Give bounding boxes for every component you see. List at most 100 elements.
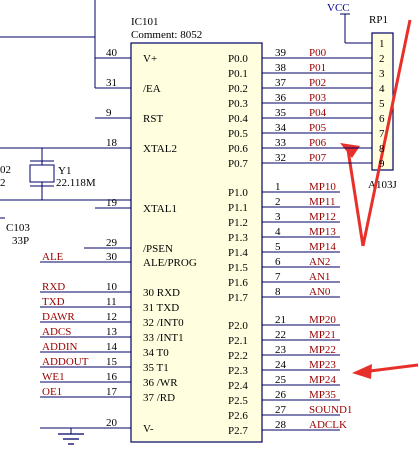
left-edge-fragment: 02 <box>0 164 11 176</box>
pin-name: 31 TXD <box>143 302 179 314</box>
left-edge-fragment-2: 2 <box>0 177 6 189</box>
pin-number: 27 <box>275 404 287 416</box>
pin-number: 25 <box>275 374 287 386</box>
net-label: WE1 <box>42 371 65 383</box>
pin-name: ALE/PROG <box>143 257 197 269</box>
pin-number: 23 <box>275 344 287 356</box>
cap-ref: C103 <box>6 222 30 234</box>
pin-number: 38 <box>275 62 287 74</box>
net-label: MP10 <box>309 181 336 193</box>
pin-name: 36 /WR <box>143 377 178 389</box>
pin-number: 32 <box>275 152 286 164</box>
rpack-value: A103J <box>368 179 397 191</box>
pin-name: P0.4 <box>228 113 248 125</box>
pin-name: 35 T1 <box>143 362 169 374</box>
pin-number: 13 <box>106 326 118 338</box>
pin-name: 37 /RD <box>143 392 175 404</box>
pin-name: XTAL2 <box>143 143 177 155</box>
pin-name: P0.2 <box>228 83 248 95</box>
pin-name: 33 /INT1 <box>143 332 184 344</box>
pin-number: 28 <box>275 419 287 431</box>
pin-name: /PSEN <box>143 243 173 255</box>
pin-name: V+ <box>143 53 157 65</box>
net-label: ADCS <box>42 326 71 338</box>
pin-number: 39 <box>275 47 287 59</box>
net-label: P04 <box>309 107 327 119</box>
pin-name: RST <box>143 113 163 125</box>
net-label: AN0 <box>309 286 331 298</box>
pin-number: 21 <box>275 314 286 326</box>
net-label: P06 <box>309 137 327 149</box>
pin-name: XTAL1 <box>143 203 177 215</box>
rpack-pin-number: 9 <box>379 158 385 170</box>
pin-name: P2.4 <box>228 380 248 392</box>
net-label: SOUND1 <box>309 404 352 416</box>
arrow-head-icon-2 <box>352 364 372 379</box>
pin-number: 20 <box>106 417 118 429</box>
pin-number: 6 <box>275 256 281 268</box>
pin-number: 40 <box>106 47 118 59</box>
pin-name: P1.2 <box>228 217 248 229</box>
net-label: P00 <box>309 47 327 59</box>
pin-name: 32 /INT0 <box>143 317 184 329</box>
net-label: MP14 <box>309 241 336 253</box>
rpack-pin-number: 5 <box>379 98 385 110</box>
pin-number: 31 <box>106 77 117 89</box>
pin-name: P1.4 <box>228 247 248 259</box>
pin-number: 5 <box>275 241 281 253</box>
pin-number: 36 <box>275 92 287 104</box>
pin-name: P2.0 <box>228 320 248 332</box>
net-label: AN2 <box>309 256 330 268</box>
vcc-label: VCC <box>327 2 350 14</box>
pin-number: 2 <box>275 196 281 208</box>
pin-name: P1.3 <box>228 232 248 244</box>
pin-name: 34 T0 <box>143 347 169 359</box>
net-label: P01 <box>309 62 326 74</box>
net-label: MP12 <box>309 211 336 223</box>
crystal-value: 22.118M <box>56 177 96 189</box>
rpack-pin-number: 7 <box>379 128 385 140</box>
net-label: ALE <box>42 251 64 263</box>
net-label: P02 <box>309 77 326 89</box>
net-label: MP13 <box>309 226 336 238</box>
net-label: MP24 <box>309 374 336 386</box>
rpack-ref: RP1 <box>369 14 388 26</box>
pin-name: P0.0 <box>228 53 248 65</box>
pin-name: P1.1 <box>228 202 248 214</box>
rpack-pin-number: 6 <box>379 113 385 125</box>
pin-number: 30 <box>106 251 118 263</box>
pin-number: 7 <box>275 271 281 283</box>
pin-name: P0.6 <box>228 143 248 155</box>
pin-number: 1 <box>275 181 281 193</box>
pin-name: P1.5 <box>228 262 248 274</box>
pin-name: P0.1 <box>228 68 248 80</box>
net-label: TXD <box>42 296 65 308</box>
pin-name: P2.7 <box>228 425 248 437</box>
net-label: MP21 <box>309 329 336 341</box>
net-label: P05 <box>309 122 327 134</box>
chip-ref: IC101 <box>131 16 159 28</box>
pin-number: 29 <box>106 237 118 249</box>
pin-number: 9 <box>106 107 112 119</box>
crystal-body <box>29 164 55 183</box>
pin-name: /EA <box>143 83 161 95</box>
pin-name: P0.5 <box>228 128 248 140</box>
pin-name: P0.3 <box>228 98 248 110</box>
pin-number: 18 <box>106 137 118 149</box>
pin-number: 11 <box>106 296 117 308</box>
pin-number: 34 <box>275 122 287 134</box>
pin-number: 35 <box>275 107 287 119</box>
rpack-pin-number: 1 <box>379 38 385 50</box>
pin-name: P2.2 <box>228 350 248 362</box>
pin-number: 8 <box>275 286 281 298</box>
schematic-canvas: IC101 Comment: 8052 VCC RP1 A103J Y1 22.… <box>0 0 419 445</box>
net-label: MP20 <box>309 314 336 326</box>
pin-number: 24 <box>275 359 287 371</box>
rpack-pin-number: 3 <box>379 68 385 80</box>
pin-number: 17 <box>106 386 118 398</box>
crystal-ref: Y1 <box>58 165 71 177</box>
net-label: P07 <box>309 152 327 164</box>
rpack-pin-number: 8 <box>379 143 385 155</box>
pin-number: 37 <box>275 77 287 89</box>
net-label: OE1 <box>42 386 62 398</box>
